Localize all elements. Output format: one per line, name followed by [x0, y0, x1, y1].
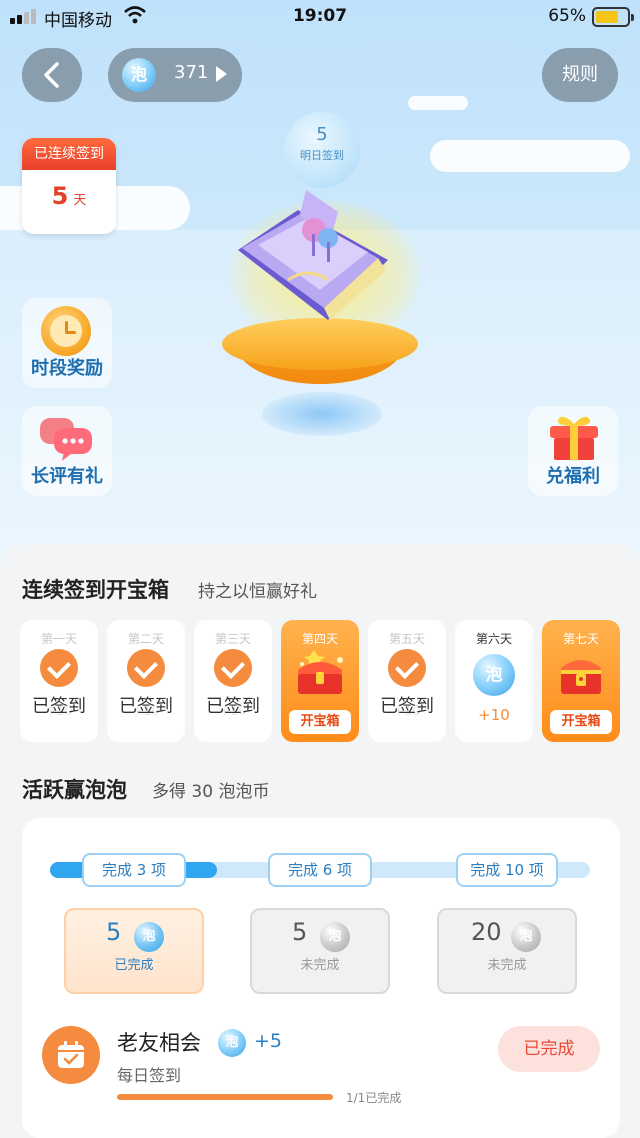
active-subtitle: 多得 30 泡泡币: [152, 782, 270, 802]
day-name: 第二天: [127, 632, 164, 646]
bubble-coin-icon: 泡: [122, 58, 156, 92]
day-status: 已签到: [380, 696, 434, 717]
checkin-title: 连续签到开宝箱: [22, 578, 169, 602]
checkin-day-5: 第五天 +10 已签到: [368, 620, 446, 742]
battery-icon: [592, 7, 634, 27]
bubble-coin-icon: 泡: [218, 1029, 246, 1057]
checkin-subtitle: 持之以恒赢好礼: [198, 582, 317, 602]
play-arrow-icon: [216, 66, 227, 82]
review-gift-card[interactable]: 长评有礼: [22, 406, 112, 496]
treasure-chest-icon: [561, 660, 601, 694]
treasure-chest-icon: [298, 650, 343, 694]
clock-icon: [41, 306, 91, 356]
task-progress-bar: [117, 1094, 333, 1100]
pedestal-shadow: [262, 392, 382, 436]
redeem-label: 兑福利: [546, 466, 600, 487]
milestone-3: 完成 3 项: [82, 853, 186, 887]
clock-time: 19:07: [292, 6, 348, 26]
coin-balance-button[interactable]: 泡 371: [108, 48, 242, 102]
reward-amount: 5: [106, 918, 122, 946]
day-name: 第四天: [301, 632, 338, 646]
day-status: 已签到: [32, 696, 86, 717]
day-name: 第六天: [475, 632, 512, 646]
checkmark-icon: [388, 649, 426, 687]
day-status: 已签到: [119, 696, 173, 717]
streak-label: 已连续签到: [22, 138, 116, 170]
task-completed-button[interactable]: 已完成: [498, 1026, 600, 1072]
milestone-10: 完成 10 项: [456, 853, 558, 887]
back-button[interactable]: [22, 48, 82, 102]
checkin-day-1: 第一天 +10 已签到: [20, 620, 98, 742]
reward-amount: 5: [292, 918, 308, 946]
day-reward: +10: [478, 706, 510, 724]
redeem-card[interactable]: 兑福利: [528, 406, 618, 496]
streak-count: 5: [51, 182, 69, 210]
checkmark-icon: [214, 649, 252, 687]
checkin-day-4[interactable]: 第四天 开宝箱: [281, 620, 359, 742]
reward-amount: 20: [471, 918, 502, 946]
reward-status: 未完成: [487, 958, 527, 973]
cloud: [430, 140, 630, 172]
hero-area: 中国移动 19:07 65% 泡 371 规则 已连续签到 5 天 5 明日签到: [0, 0, 640, 570]
checkin-day-2: 第二天 +10 已签到: [107, 620, 185, 742]
open-chest-button[interactable]: 开宝箱: [550, 710, 612, 734]
reward-status: 未完成: [300, 958, 340, 973]
active-title: 活跃赢泡泡: [22, 778, 127, 802]
bubble-coin-icon: 泡: [473, 654, 515, 696]
tomorrow-label: 明日签到: [300, 149, 344, 162]
time-reward-card[interactable]: 时段奖励: [22, 298, 112, 388]
task-count: 1/1已完成: [346, 1091, 402, 1105]
day-name: 第七天: [562, 632, 599, 646]
reward-status: 已完成: [114, 958, 154, 973]
day-name: 第五天: [388, 632, 425, 646]
streak-calendar: 已连续签到 5 天: [22, 138, 116, 234]
streak-unit: 天: [73, 193, 87, 208]
checkin-day-7[interactable]: 第七天 开宝箱: [542, 620, 620, 742]
cloud: [408, 96, 468, 110]
book-illustration: [238, 190, 388, 320]
tomorrow-value: 5: [316, 124, 328, 145]
milestone-6: 完成 6 项: [268, 853, 372, 887]
time-reward-label: 时段奖励: [31, 358, 103, 379]
checkmark-icon: [40, 649, 78, 687]
reward-tier-2[interactable]: 5 泡 未完成: [250, 908, 390, 994]
day-status: 已签到: [206, 696, 260, 717]
checkin-day-6: 第六天 泡 +10: [455, 620, 533, 742]
rules-button[interactable]: 规则: [542, 48, 618, 102]
chat-bubbles-icon: [40, 418, 92, 461]
reward-tier-1[interactable]: 5 泡 已完成: [64, 908, 204, 994]
reward-tier-3[interactable]: 20 泡 未完成: [437, 908, 577, 994]
gift-box-icon: [550, 416, 598, 460]
open-chest-button[interactable]: 开宝箱: [289, 710, 351, 734]
day-name: 第三天: [214, 632, 251, 646]
bubble-coin-icon: 泡: [134, 922, 164, 952]
battery-percent: 65%: [548, 6, 586, 26]
checkin-day-3: 第三天 +10 已签到: [194, 620, 272, 742]
checkmark-icon: [127, 649, 165, 687]
review-gift-label: 长评有礼: [31, 466, 103, 487]
coin-count: 371: [174, 62, 209, 83]
task-reward: +5: [254, 1030, 283, 1052]
streak-days: 5 天: [22, 182, 116, 210]
status-bar: 中国移动 19:07 65%: [0, 0, 640, 34]
task-description: 每日签到: [117, 1066, 182, 1085]
day-name: 第一天: [40, 632, 77, 646]
tomorrow-reward-bubble[interactable]: 5 明日签到: [284, 112, 360, 188]
calendar-check-icon: [42, 1026, 100, 1084]
bubble-coin-icon: 泡: [511, 922, 541, 952]
task-name: 老友相会: [117, 1031, 201, 1055]
back-arrow-icon: [44, 62, 59, 88]
bubble-coin-icon: 泡: [320, 922, 350, 952]
